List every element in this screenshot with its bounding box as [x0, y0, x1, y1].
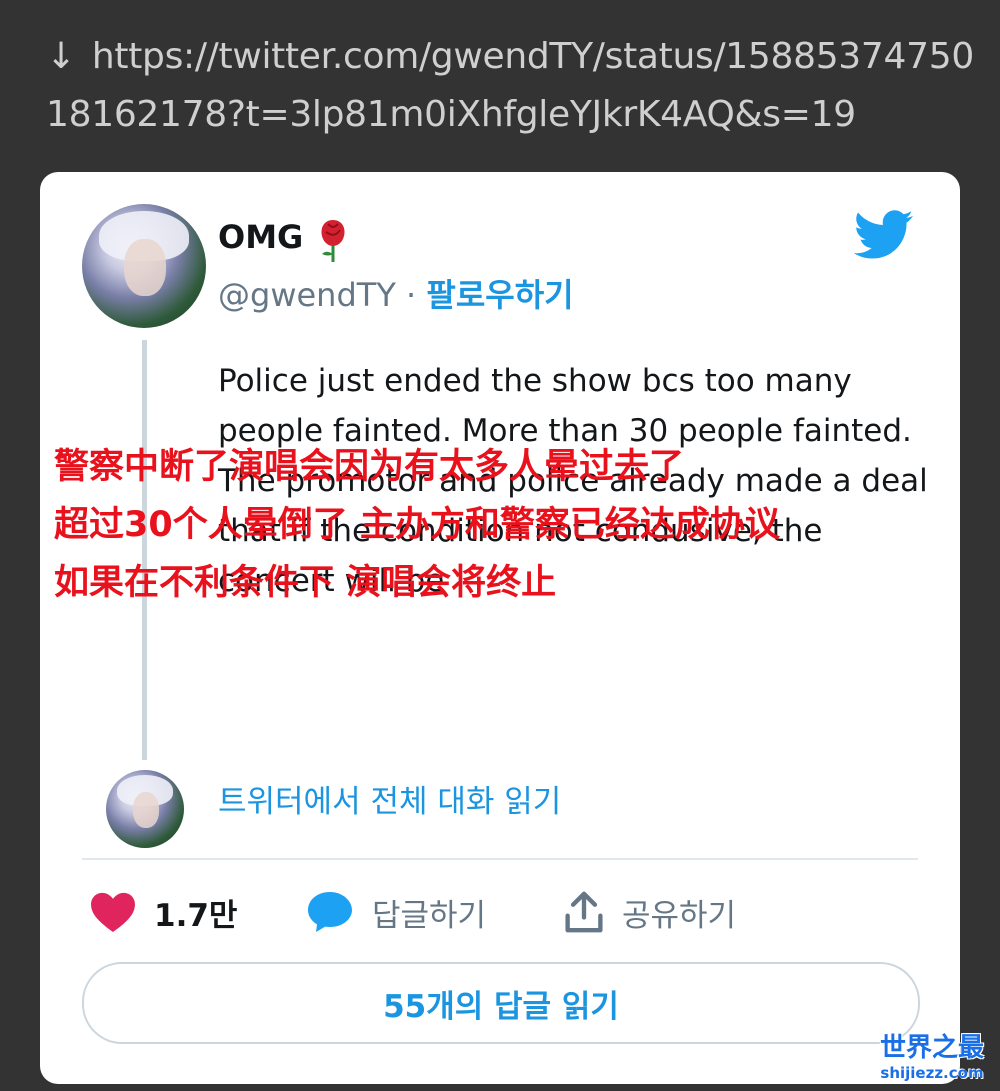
- actions-divider: [82, 858, 918, 860]
- tweet-embed-card: OMG @gwendTY · 팔로우하기 Police just ended t…: [40, 172, 960, 1084]
- caption-line-2: 超过30个人晕倒了 主办方和警察已经达成协议: [54, 505, 780, 545]
- heart-icon: [91, 892, 135, 933]
- download-arrow-icon: ↓: [46, 36, 76, 77]
- separator-dot: ·: [406, 276, 417, 314]
- watermark-domain: shijiezz.com: [880, 1064, 984, 1082]
- conversation-avatar[interactable]: [106, 770, 184, 848]
- author-avatar[interactable]: [82, 204, 206, 328]
- site-watermark: 世界之最 shijiezz.com: [872, 1032, 992, 1086]
- share-upload-icon: [565, 891, 603, 933]
- author-handle[interactable]: @gwendTY: [218, 276, 396, 314]
- author-name[interactable]: OMG: [218, 218, 303, 256]
- caption-line-3: 如果在不利条件下 演唱会将终止: [54, 563, 557, 603]
- watermark-title: 世界之最: [879, 1033, 984, 1063]
- rose-icon: [321, 220, 345, 262]
- like-action[interactable]: 1.7만: [90, 884, 237, 940]
- reply-label: 답글하기: [372, 897, 487, 934]
- read-full-conversation-link[interactable]: 트위터에서 전체 대화 읽기: [218, 776, 561, 821]
- reply-action[interactable]: 답글하기: [306, 884, 486, 940]
- speech-bubble-icon: [308, 892, 352, 932]
- url-bar[interactable]: ↓ https://twitter.com/gwendTY/status/1588…: [46, 28, 976, 144]
- tweet-url[interactable]: https://twitter.com/gwendTY/status/15885…: [46, 36, 974, 135]
- like-count: 1.7만: [154, 897, 238, 934]
- share-label: 공유하기: [622, 897, 737, 934]
- caption-line-1: 警察中断了演唱会因为有太多人晕过去了: [54, 447, 685, 487]
- follow-link[interactable]: 팔로우하기: [426, 276, 573, 314]
- author-handle-line: @gwendTY · 팔로우하기: [218, 270, 574, 316]
- overlay-caption: 警察中断了演唱会因为有太多人晕过去了 超过30个人晕倒了 主办方和警察已经达成协…: [54, 438, 884, 612]
- twitter-bird-icon[interactable]: [854, 210, 914, 260]
- share-action[interactable]: 공유하기: [564, 884, 736, 940]
- read-replies-label: 55개의 답글 읽기: [383, 988, 619, 1025]
- read-replies-button[interactable]: 55개의 답글 읽기: [82, 962, 920, 1044]
